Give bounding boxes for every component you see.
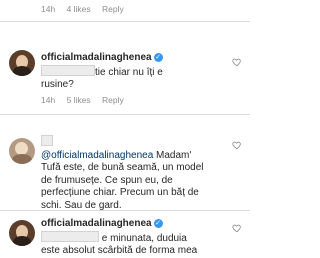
comment-text-line: perfecțiune chiar. Precum un băț de [41,187,199,198]
redacted-username [41,135,53,146]
reply-link[interactable]: Reply [102,4,124,14]
avatar[interactable] [9,50,35,76]
divider [0,210,250,211]
divider [0,114,250,115]
comment-2: @officialmadalinaghenea Madam' Tufă este… [41,135,244,212]
comment-1: officialmadalinaghenea ✓ tie chiar nu îți… [41,52,244,92]
comment-username[interactable]: officialmadalinaghenea [41,52,152,63]
divider [0,21,250,22]
comment-meta-top: 14h 4 likes Reply [41,4,133,14]
heart-outline-icon[interactable] [232,57,242,67]
comment-time: 14h [41,95,56,105]
redacted-text [41,64,95,76]
mention-link[interactable]: @officialmadalinaghenea [41,150,153,161]
comment-text-line: rusine? [41,79,74,90]
heart-outline-icon[interactable] [232,140,242,150]
comment-3: officialmadalinaghenea ✓ e minunata, dudu… [41,218,244,258]
heart-outline-icon[interactable] [232,223,242,233]
comment-text-line: este absolut scârbită de forma mea [41,245,198,256]
avatar[interactable] [9,138,35,164]
comment-text-line: Madam' [153,149,192,161]
verified-badge-icon: ✓ [153,219,163,228]
avatar[interactable] [9,220,35,246]
redacted-text [41,230,99,242]
comment-text-line: tie chiar nu îți e [95,66,163,78]
comment-meta: 14h 5 likes Reply [41,95,133,105]
comment-text-line: e minunata, duduia [101,232,187,244]
comment-likes[interactable]: 5 likes [67,95,91,105]
verified-badge-icon: ✓ [153,53,163,62]
comment-likes[interactable]: 4 likes [67,4,91,14]
comment-username[interactable]: officialmadalinaghenea [41,218,152,229]
comment-text-line: de frumusețe. Ce spun eu, de [41,174,173,186]
reply-link[interactable]: Reply [102,95,124,105]
comment-time: 14h [41,4,56,14]
comment-text-line: Tufă este, de bună seamă, un model [41,162,204,173]
